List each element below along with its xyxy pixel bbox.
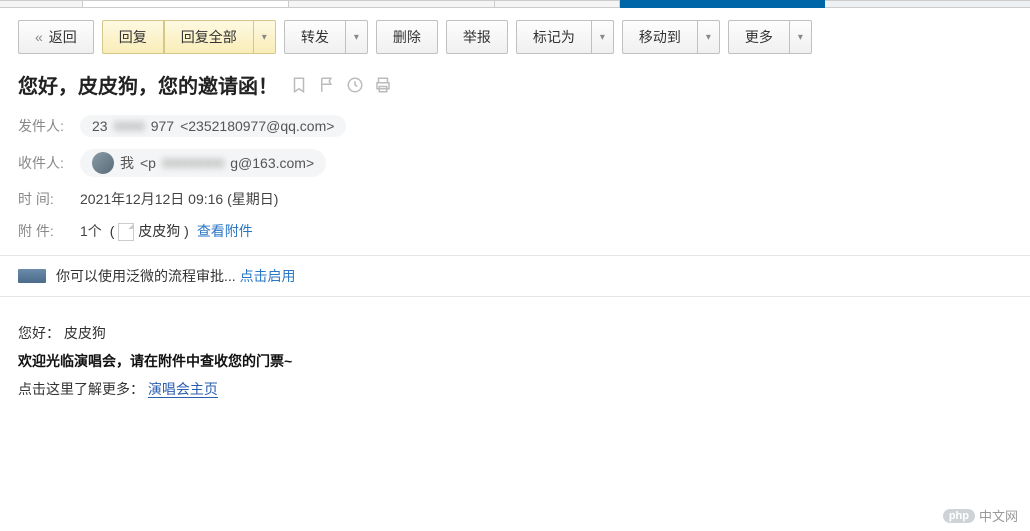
reply-all-button[interactable]: 回复全部: [164, 20, 254, 54]
view-attachment-link[interactable]: 查看附件: [197, 221, 253, 241]
sender-email: <2352180977@qq.com>: [180, 118, 334, 134]
sender-name-suffix: 977: [151, 118, 174, 134]
subject-row: 您好，皮皮狗，您的邀请函！: [0, 66, 1030, 109]
recipient-blur: 00000000: [162, 155, 224, 171]
top-tab-strip: [0, 0, 1030, 8]
forward-group: 转发 ▾: [284, 20, 368, 54]
back-label: 返回: [49, 27, 77, 47]
file-icon: [118, 223, 134, 241]
sender-row: 发件人: 23 0000 977 <2352180977@qq.com>: [18, 109, 1012, 143]
reply-button[interactable]: 回复: [102, 20, 164, 54]
email-body: 您好： 皮皮狗 欢迎光临演唱会，请在附件中查收您的门票~ 点击这里了解更多： 演…: [0, 297, 1030, 425]
notice-action-link[interactable]: 点击启用: [240, 268, 296, 284]
mark-group: 标记为 ▾: [516, 20, 614, 54]
notice-bar: 你可以使用泛微的流程审批... 点击启用: [0, 255, 1030, 297]
date-label: 时 间:: [18, 189, 72, 209]
body-greeting: 您好： 皮皮狗: [18, 319, 1012, 347]
more-group: 更多 ▾: [728, 20, 812, 54]
forward-dropdown-button[interactable]: ▾: [346, 20, 368, 54]
chevron-down-icon: ▾: [262, 32, 267, 43]
sender-pill[interactable]: 23 0000 977 <2352180977@qq.com>: [80, 115, 346, 137]
sender-blur: 0000: [114, 118, 145, 134]
date-value: 2021年12月12日 09:16 (星期日): [80, 189, 278, 209]
recipient-row: 收件人: 我 <p 00000000 g@163.com>: [18, 143, 1012, 183]
attach-group: ( 皮皮狗 ): [110, 221, 189, 241]
recipient-name: 我: [120, 153, 134, 173]
more-dropdown-button[interactable]: ▾: [790, 20, 812, 54]
chevron-down-icon: ▾: [600, 32, 605, 43]
recipient-email-prefix: <p: [140, 155, 156, 171]
email-subject: 您好，皮皮狗，您的邀请函！: [18, 70, 278, 99]
move-group: 移动到 ▾: [622, 20, 720, 54]
body-welcome: 欢迎光临演唱会，请在附件中查收您的门票~: [18, 347, 1012, 375]
chevron-left-icon: «: [35, 29, 43, 45]
reply-dropdown-button[interactable]: ▾: [254, 20, 276, 54]
email-toolbar: « 返回 回复 回复全部 ▾ 转发 ▾ 删除 举报 标记为 ▾ 移动到 ▾ 更多…: [0, 8, 1030, 66]
clock-icon[interactable]: [346, 76, 364, 94]
forward-button[interactable]: 转发: [284, 20, 346, 54]
attach-name: 皮皮狗: [138, 223, 180, 239]
chevron-down-icon: ▾: [354, 32, 359, 43]
date-row: 时 间: 2021年12月12日 09:16 (星期日): [18, 183, 1012, 215]
sender-label: 发件人:: [18, 116, 72, 136]
attach-label: 附 件:: [18, 221, 72, 241]
subject-actions: [290, 76, 392, 94]
chevron-down-icon: ▾: [798, 32, 803, 43]
report-button[interactable]: 举报: [446, 20, 508, 54]
delete-button[interactable]: 删除: [376, 20, 438, 54]
print-icon[interactable]: [374, 76, 392, 94]
notice-text: 你可以使用泛微的流程审批... 点击启用: [56, 266, 296, 286]
chevron-down-icon: ▾: [706, 32, 711, 43]
move-to-dropdown-button[interactable]: ▾: [698, 20, 720, 54]
concert-homepage-link[interactable]: 演唱会主页: [148, 381, 218, 398]
body-link-row: 点击这里了解更多： 演唱会主页: [18, 375, 1012, 403]
attach-count: 1个: [80, 221, 102, 241]
recipient-label: 收件人:: [18, 153, 72, 173]
reply-group: 回复 回复全部 ▾: [102, 20, 276, 54]
sender-name-prefix: 23: [92, 118, 108, 134]
more-button[interactable]: 更多: [728, 20, 790, 54]
notice-logo-icon: [18, 269, 46, 283]
move-to-button[interactable]: 移动到: [622, 20, 698, 54]
recipient-pill[interactable]: 我 <p 00000000 g@163.com>: [80, 149, 326, 177]
email-meta: 发件人: 23 0000 977 <2352180977@qq.com> 收件人: 我…: [0, 109, 1030, 247]
watermark: php 中文网: [943, 506, 1018, 525]
avatar-icon: [92, 152, 114, 174]
bookmark-icon[interactable]: [290, 76, 308, 94]
recipient-email-suffix: g@163.com>: [230, 155, 314, 171]
mark-as-button[interactable]: 标记为: [516, 20, 592, 54]
watermark-text: 中文网: [979, 506, 1018, 525]
mark-as-dropdown-button[interactable]: ▾: [592, 20, 614, 54]
back-button[interactable]: « 返回: [18, 20, 94, 54]
watermark-badge: php: [943, 509, 975, 523]
attachment-row: 附 件: 1个 ( 皮皮狗 ) 查看附件: [18, 215, 1012, 247]
flag-icon[interactable]: [318, 76, 336, 94]
